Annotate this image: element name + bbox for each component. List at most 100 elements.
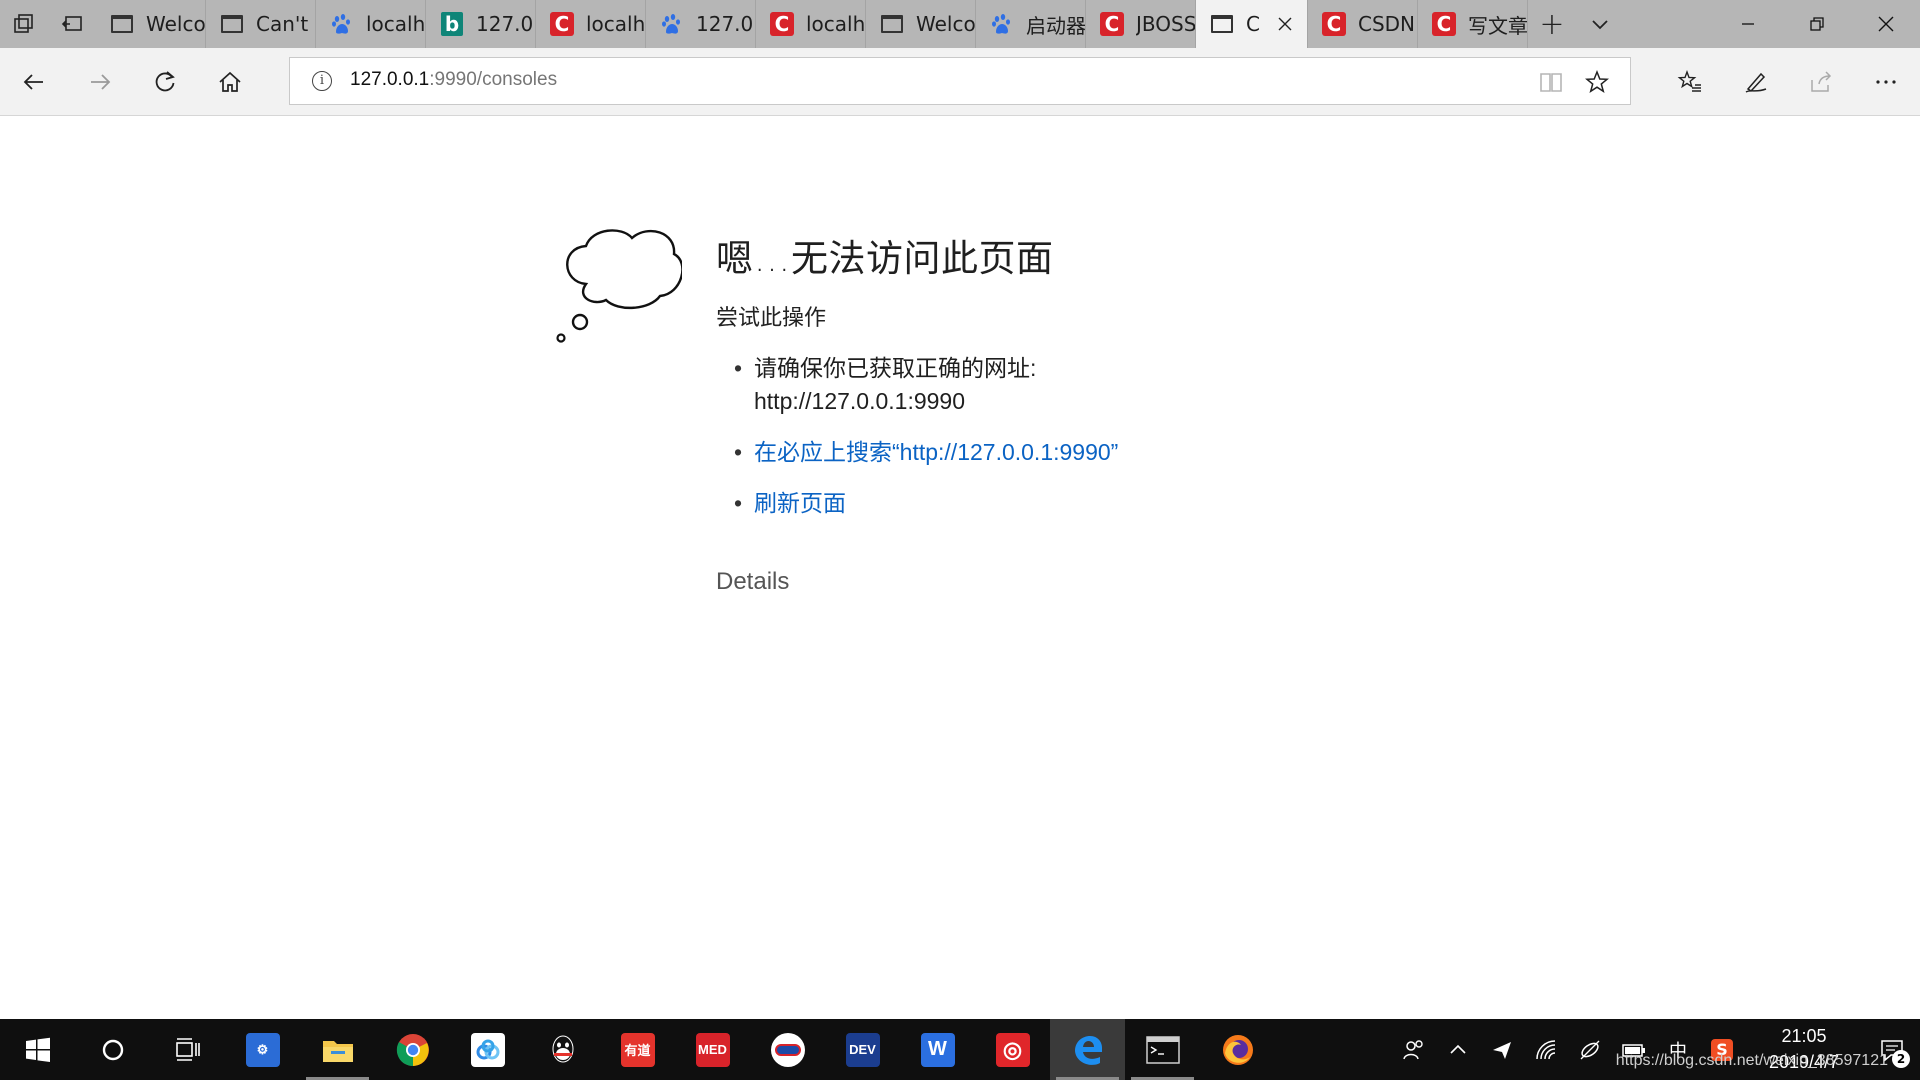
tab-label: 写文章 [1468,13,1527,38]
close-window-icon[interactable] [1851,0,1920,48]
devc-label: DEV [845,1032,880,1067]
refresh-icon[interactable] [143,60,187,104]
people-icon[interactable] [1392,1019,1436,1080]
chrome-icon[interactable] [375,1019,450,1080]
tab-label: Welco [146,12,205,36]
back-icon[interactable] [12,60,56,104]
tab-8[interactable]: 启动器 [976,0,1086,48]
url-host: 127.0.0.1 [350,69,430,90]
tab-label: 启动器 [1026,13,1085,38]
tab-label: 127.0 [696,12,754,36]
wps-icon[interactable]: W [900,1019,975,1080]
tab-label: JBOSS [1136,12,1195,36]
restore-icon[interactable] [1782,0,1851,48]
tab-10[interactable]: C [1196,0,1308,48]
med-app-icon[interactable]: MED [675,1019,750,1080]
web-note-pen-icon[interactable] [1734,60,1778,104]
list-item-check-url: 请确保你已获取正确的网址: http://127.0.0.1:9990 [734,352,1118,418]
try-this-heading: 尝试此操作 [716,306,827,331]
clock-time: 21:05 [1781,1026,1827,1046]
tab-11[interactable]: C CSDN [1308,0,1418,48]
navigation-toolbar: i 127.0.0.1:9990/consoles [0,48,1920,116]
firefox-icon[interactable] [1200,1019,1275,1080]
battery-icon[interactable] [1612,1019,1656,1080]
address-url[interactable]: 127.0.0.1:9990/consoles [350,69,557,91]
tab-0[interactable]: Welco [96,0,206,48]
wifi-icon[interactable] [1524,1019,1568,1080]
csdn-icon: C [1100,12,1124,36]
csdn-icon: C [1432,12,1456,36]
favorite-star-icon[interactable] [1584,69,1610,95]
tab-2[interactable]: localh [316,0,426,48]
share-icon[interactable] [1799,60,1843,104]
edge-browser-icon[interactable] [1050,1019,1125,1080]
youdao-label: 有道 [620,1032,655,1067]
details-button[interactable]: Details [716,568,789,596]
set-aside-tabs-icon[interactable] [0,0,48,48]
terminal-icon[interactable] [1125,1019,1200,1080]
tab-5[interactable]: 127.0 [646,0,756,48]
show-hidden-icons-chevron-icon[interactable] [1436,1019,1480,1080]
start-icon[interactable] [0,1019,75,1080]
csdn-icon: C [1322,12,1346,36]
dev-cpp-icon[interactable]: DEV [825,1019,900,1080]
qq-icon[interactable] [525,1019,600,1080]
page-icon [1210,12,1234,36]
page-icon [220,12,244,36]
address-bar[interactable]: i 127.0.0.1:9990/consoles [289,57,1631,105]
list-item-refresh: 刷新页面 [734,487,1118,520]
tab-6[interactable]: Clocalh [756,0,866,48]
action-center-icon[interactable]: 2 [1864,1019,1920,1080]
list-item-search-bing: 在必应上搜索“http://127.0.0.1:9990” [734,436,1118,469]
clock[interactable]: 21:05 2019/4/7 [1744,1019,1864,1080]
refresh-page-link[interactable]: 刷新页面 [754,490,846,516]
tab-12[interactable]: C 写文章 [1418,0,1528,48]
close-tab-icon[interactable] [1275,14,1295,34]
more-settings-icon[interactable] [1864,60,1908,104]
network-tool-icon[interactable]: ⚙ [225,1019,300,1080]
home-icon[interactable] [208,60,252,104]
url-path: :9990/consoles [429,69,558,90]
tab-label: C [1246,12,1260,36]
tab-9[interactable]: C JBOSS [1086,0,1196,48]
input-method-indicator[interactable]: 中 [1656,1019,1700,1080]
search-bing-link[interactable]: 在必应上搜索“http://127.0.0.1:9990” [754,439,1118,465]
task-view-icon[interactable] [150,1019,225,1080]
tab-4[interactable]: Clocalh [536,0,646,48]
paper-plane-icon[interactable] [1480,1019,1524,1080]
site-info-icon[interactable]: i [312,71,332,91]
notification-count-badge: 2 [1892,1050,1910,1068]
check-url-text: 请确保你已获取正确的网址: [754,355,1037,381]
mermaid-icon[interactable] [750,1019,825,1080]
favorites-hub-icon[interactable] [1668,60,1712,104]
forward-icon[interactable] [78,60,122,104]
csdn-icon: C [550,12,574,36]
new-tab-button[interactable]: + [1528,0,1576,48]
reading-view-icon[interactable] [1538,69,1564,95]
youdao-dictionary-icon[interactable]: 有道 [600,1019,675,1080]
tab-label: 127.0 [476,12,534,36]
tab-7[interactable]: Welco [866,0,976,48]
cortana-icon[interactable] [75,1019,150,1080]
page-icon [110,12,134,36]
suggestion-list: 请确保你已获取正确的网址: http://127.0.0.1:9990 在必应上… [734,352,1118,538]
tab-3[interactable]: b 127.0 [426,0,536,48]
netease-music-icon[interactable]: ◎ [975,1019,1050,1080]
minimize-icon[interactable] [1713,0,1782,48]
tab-1[interactable]: Can't [206,0,316,48]
tab-strip: Welco Can't localh b 127.0 Clocalh 127.0 Clocal… [0,0,1920,48]
tab-label: Can't [256,12,309,36]
error-title: 嗯…无法访问此页面 [716,237,1054,280]
thought-cloud-icon [556,229,682,343]
restore-tabs-icon[interactable] [48,0,96,48]
tab-preview-toggle-icon[interactable] [1576,0,1624,48]
file-explorer-icon[interactable] [300,1019,375,1080]
baidu-netdisk-icon[interactable] [450,1019,525,1080]
tab-label: localh [366,12,425,36]
bing-icon: b [440,12,464,36]
tab-label: localh [806,12,865,36]
error-page: 嗯…无法访问此页面 尝试此操作 请确保你已获取正确的网址: http://127… [0,116,1920,1019]
sogou-ime-icon[interactable]: S [1700,1019,1744,1080]
tab-label: localh [586,12,645,36]
network-satellite-icon[interactable] [1568,1019,1612,1080]
